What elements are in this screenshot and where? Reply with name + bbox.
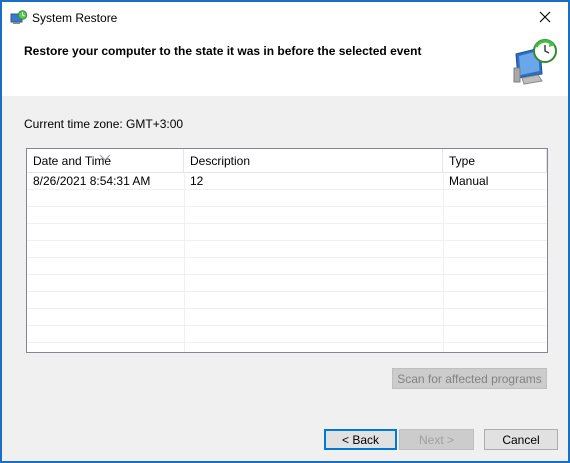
column-header-type[interactable]: Type <box>443 149 547 173</box>
empty-row <box>27 275 547 292</box>
cell-date-time: 8/26/2021 8:54:31 AM <box>33 174 151 188</box>
close-icon <box>539 11 551 26</box>
empty-row <box>27 292 547 309</box>
table-row[interactable]: 8/26/2021 8:54:31 AM 12 Manual <box>27 173 547 190</box>
window-title: System Restore <box>32 11 118 25</box>
empty-row <box>27 241 547 258</box>
close-button[interactable] <box>522 2 568 34</box>
cancel-button[interactable]: Cancel <box>484 429 558 450</box>
empty-row <box>27 190 547 207</box>
computer-restore-clock-icon <box>512 38 558 86</box>
next-button[interactable]: Next > <box>399 429 474 450</box>
system-restore-window: System Restore Restore your computer to … <box>0 0 570 463</box>
list-body: 8/26/2021 8:54:31 AM 12 Manual <box>27 173 547 352</box>
empty-row <box>27 207 547 224</box>
column-label: Type <box>449 154 476 168</box>
empty-row <box>27 326 547 343</box>
restore-points-list[interactable]: Date and Time Description Type 8/26/2021… <box>26 148 548 353</box>
empty-row <box>27 309 547 326</box>
sort-ascending-icon <box>99 149 111 161</box>
timezone-label: Current time zone: GMT+3:00 <box>24 117 184 131</box>
column-header-description[interactable]: Description <box>184 149 443 173</box>
column-header-date-time[interactable]: Date and Time <box>27 149 184 173</box>
empty-row <box>27 343 547 352</box>
back-button[interactable]: < Back <box>324 429 397 450</box>
wizard-header: Restore your computer to the state it wa… <box>2 34 568 96</box>
column-label: Description <box>190 154 251 168</box>
wizard-instruction: Restore your computer to the state it wa… <box>24 44 422 58</box>
cell-description: 12 <box>190 174 204 188</box>
empty-row <box>27 258 547 275</box>
cell-type: Manual <box>449 174 489 188</box>
system-restore-icon <box>10 10 28 26</box>
empty-row <box>27 224 547 241</box>
title-bar: System Restore <box>2 2 568 34</box>
scan-affected-programs-button[interactable]: Scan for affected programs <box>392 368 547 389</box>
list-header: Date and Time Description Type <box>27 149 547 173</box>
